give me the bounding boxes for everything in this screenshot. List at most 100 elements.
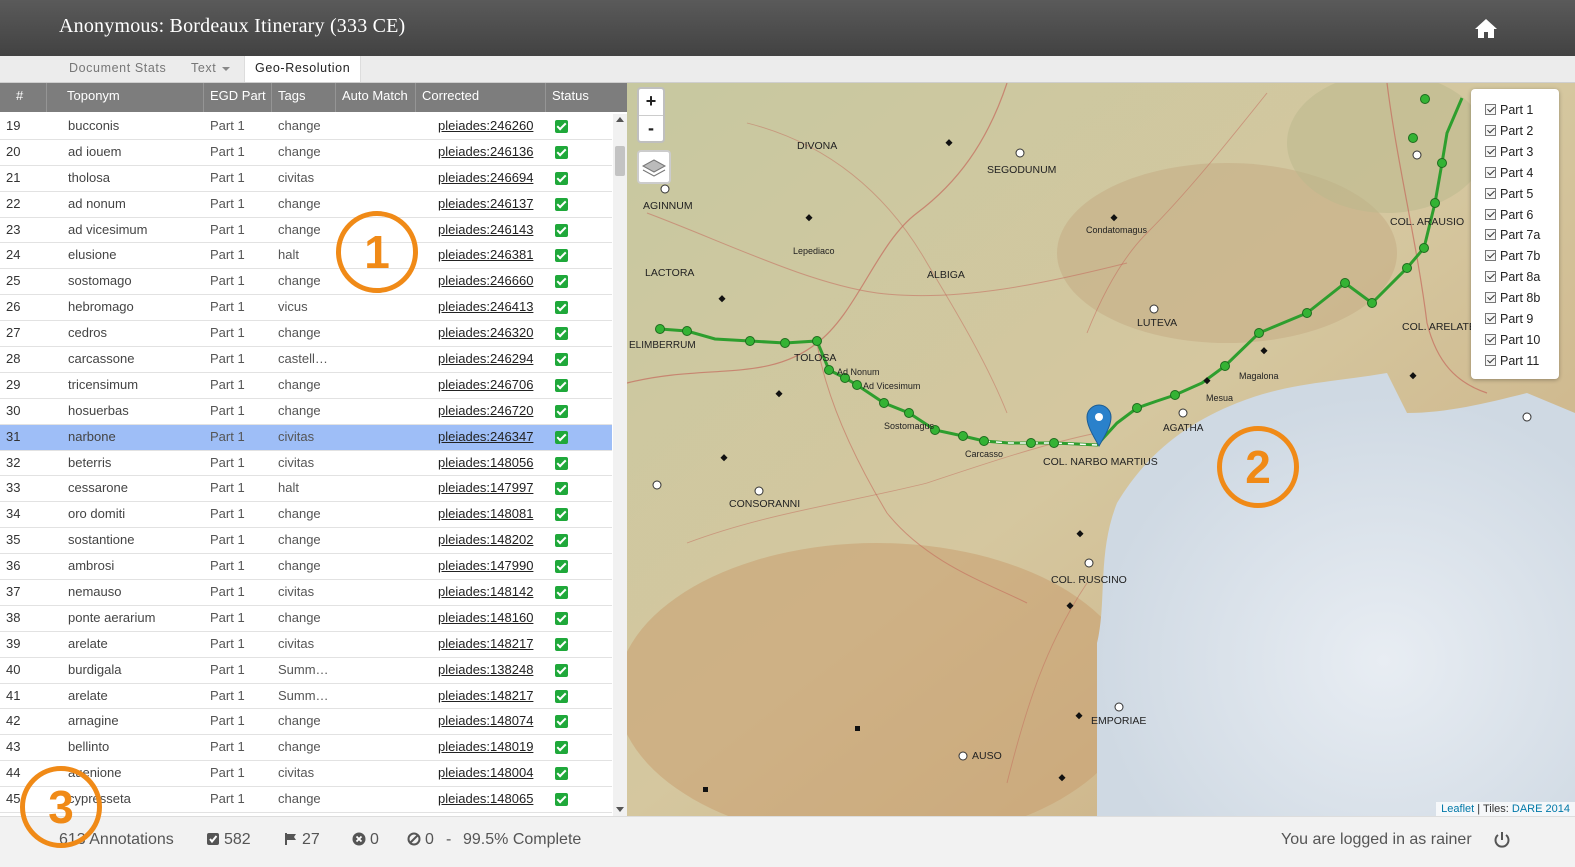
- tab-document-stats[interactable]: Document Stats: [69, 56, 166, 82]
- table-row[interactable]: 28 carcassone Part 1 castell… pleiades:24629…: [0, 347, 612, 373]
- row-corrected-link[interactable]: pleiades:148160: [438, 606, 546, 630]
- status-check-icon[interactable]: [555, 301, 568, 315]
- legend-item-part-10[interactable]: Part 10: [1485, 331, 1540, 349]
- table-row[interactable]: 37 nemauso Part 1 civitas pleiades:148142: [0, 580, 612, 606]
- row-corrected-link[interactable]: pleiades:148074: [438, 709, 546, 733]
- row-corrected-link[interactable]: pleiades:148056: [438, 451, 546, 475]
- status-check-icon[interactable]: [555, 353, 568, 367]
- legend-item-part-1[interactable]: Part 1: [1485, 101, 1533, 119]
- row-corrected-link[interactable]: pleiades:246137: [438, 192, 546, 216]
- table-row[interactable]: 30 hosuerbas Part 1 change pleiades:246720: [0, 399, 612, 425]
- status-check-icon[interactable]: [555, 611, 568, 625]
- row-corrected-link[interactable]: pleiades:148202: [438, 528, 546, 552]
- tab-geo-resolution[interactable]: Geo-Resolution: [244, 56, 362, 82]
- checkbox-icon[interactable]: [1485, 229, 1496, 241]
- table-row[interactable]: 26 hebromago Part 1 vicus pleiades:246413: [0, 295, 612, 322]
- table-row[interactable]: 27 cedros Part 1 change pleiades:246320: [0, 321, 612, 348]
- legend-item-part-8a[interactable]: Part 8a: [1485, 268, 1540, 286]
- col-header-auto-match[interactable]: Auto Match: [336, 83, 416, 112]
- legend-item-part-7b[interactable]: Part 7b: [1485, 247, 1540, 265]
- status-check-icon[interactable]: [555, 120, 568, 133]
- checkbox-icon[interactable]: [1485, 271, 1496, 283]
- table-row[interactable]: 34 oro domiti Part 1 change pleiades:148081: [0, 502, 612, 529]
- table-row[interactable]: 20 ad iouem Part 1 change pleiades:246136: [0, 140, 612, 166]
- status-check-icon[interactable]: [555, 430, 568, 444]
- status-check-icon[interactable]: [555, 715, 568, 729]
- legend-item-part-5[interactable]: Part 5: [1485, 185, 1533, 203]
- status-check-icon[interactable]: [555, 223, 568, 237]
- status-check-icon[interactable]: [555, 327, 568, 341]
- status-check-icon[interactable]: [555, 560, 568, 574]
- row-corrected-link[interactable]: pleiades:246260: [438, 114, 546, 138]
- layers-button[interactable]: [637, 150, 671, 184]
- status-check-icon[interactable]: [555, 508, 568, 522]
- legend-item-part-11[interactable]: Part 11: [1485, 352, 1539, 370]
- row-corrected-link[interactable]: pleiades:148217: [438, 684, 546, 708]
- checkbox-icon[interactable]: [1485, 187, 1496, 199]
- legend-item-part-4[interactable]: Part 4: [1485, 164, 1533, 182]
- status-check-icon[interactable]: [555, 637, 568, 651]
- row-corrected-link[interactable]: pleiades:246706: [438, 373, 546, 397]
- status-check-icon[interactable]: [555, 767, 568, 781]
- status-check-icon[interactable]: [555, 793, 568, 807]
- map-view[interactable]: AGINNUM DIVONA SEGODUNUM LACTORA ALBIGA …: [627, 83, 1575, 816]
- checkbox-icon[interactable]: [1485, 124, 1496, 136]
- checkbox-icon[interactable]: [1485, 166, 1496, 178]
- row-corrected-link[interactable]: pleiades:246294: [438, 347, 546, 371]
- table-row[interactable]: 25 sostomago Part 1 change pleiades:246660: [0, 269, 612, 296]
- row-corrected-link[interactable]: pleiades:148019: [438, 735, 546, 759]
- row-corrected-link[interactable]: pleiades:147997: [438, 476, 546, 500]
- legend-item-part-9[interactable]: Part 9: [1485, 310, 1533, 328]
- legend-item-part-6[interactable]: Part 6: [1485, 206, 1533, 224]
- row-corrected-link[interactable]: pleiades:148004: [438, 761, 546, 785]
- map-canvas[interactable]: AGINNUM DIVONA SEGODUNUM LACTORA ALBIGA …: [627, 83, 1575, 816]
- row-corrected-link[interactable]: pleiades:148142: [438, 580, 546, 604]
- scroll-down-icon[interactable]: [616, 807, 624, 812]
- checkbox-icon[interactable]: [1485, 292, 1496, 304]
- table-row[interactable]: 21 tholosa Part 1 civitas pleiades:246694: [0, 166, 612, 192]
- legend-item-part-3[interactable]: Part 3: [1485, 143, 1533, 161]
- checkbox-icon[interactable]: [1485, 104, 1496, 115]
- table-row[interactable]: 24 elusione Part 1 halt pleiades:246381: [0, 243, 612, 270]
- legend-item-part-7a[interactable]: Part 7a: [1485, 226, 1540, 244]
- status-check-icon[interactable]: [555, 275, 568, 289]
- row-corrected-link[interactable]: pleiades:138248: [438, 658, 546, 682]
- table-row[interactable]: 19 bucconis Part 1 change pleiades:246260: [0, 114, 612, 140]
- table-row[interactable]: 32 beterris Part 1 civitas pleiades:148056: [0, 451, 612, 477]
- table-row[interactable]: 31 narbone Part 1 civitas pleiades:246347: [0, 424, 612, 451]
- row-corrected-link[interactable]: pleiades:147990: [438, 554, 546, 578]
- table-row[interactable]: 29 tricensimum Part 1 change pleiades:246706: [0, 373, 612, 399]
- zoom-out-button[interactable]: -: [639, 116, 663, 142]
- status-check-icon[interactable]: [555, 663, 568, 677]
- row-corrected-link[interactable]: pleiades:246413: [438, 295, 546, 319]
- status-check-icon[interactable]: [555, 456, 568, 470]
- row-corrected-link[interactable]: pleiades:246381: [438, 243, 546, 267]
- status-check-icon[interactable]: [555, 197, 568, 211]
- table-scrollbar[interactable]: [613, 114, 627, 816]
- row-corrected-link[interactable]: pleiades:246143: [438, 218, 546, 242]
- checkbox-icon[interactable]: [1485, 250, 1496, 262]
- row-corrected-link[interactable]: pleiades:246694: [438, 166, 546, 190]
- row-corrected-link[interactable]: pleiades:148065: [438, 787, 546, 811]
- table-row[interactable]: 41 arelate Part 1 Summ… pleiades:148217: [0, 684, 612, 710]
- zoom-in-button[interactable]: +: [639, 89, 663, 116]
- scroll-up-icon[interactable]: [616, 117, 624, 122]
- scroll-thumb[interactable]: [615, 146, 625, 176]
- table-row[interactable]: 33 cessarone Part 1 halt pleiades:147997: [0, 476, 612, 503]
- col-header-toponym[interactable]: Toponym: [47, 83, 204, 112]
- row-corrected-link[interactable]: pleiades:246136: [438, 140, 546, 164]
- checkbox-icon[interactable]: [1485, 313, 1496, 324]
- table-row[interactable]: 36 ambrosi Part 1 change pleiades:147990: [0, 554, 612, 581]
- tab-text[interactable]: Text: [191, 56, 231, 82]
- checkbox-icon[interactable]: [1485, 333, 1496, 345]
- col-header-number[interactable]: #: [0, 83, 47, 112]
- table-row[interactable]: 22 ad nonum Part 1 change pleiades:246137: [0, 192, 612, 218]
- legend-item-part-2[interactable]: Part 2: [1485, 122, 1533, 140]
- legend-item-part-8b[interactable]: Part 8b: [1485, 289, 1540, 307]
- table-row[interactable]: 38 ponte aerarium Part 1 change pleiades:148…: [0, 606, 612, 632]
- row-corrected-link[interactable]: pleiades:148217: [438, 632, 546, 656]
- status-check-icon[interactable]: [555, 741, 568, 755]
- table-row[interactable]: 35 sostantione Part 1 change pleiades:148202: [0, 528, 612, 555]
- checkbox-icon[interactable]: [1485, 208, 1496, 220]
- col-header-corrected[interactable]: Corrected: [416, 83, 546, 112]
